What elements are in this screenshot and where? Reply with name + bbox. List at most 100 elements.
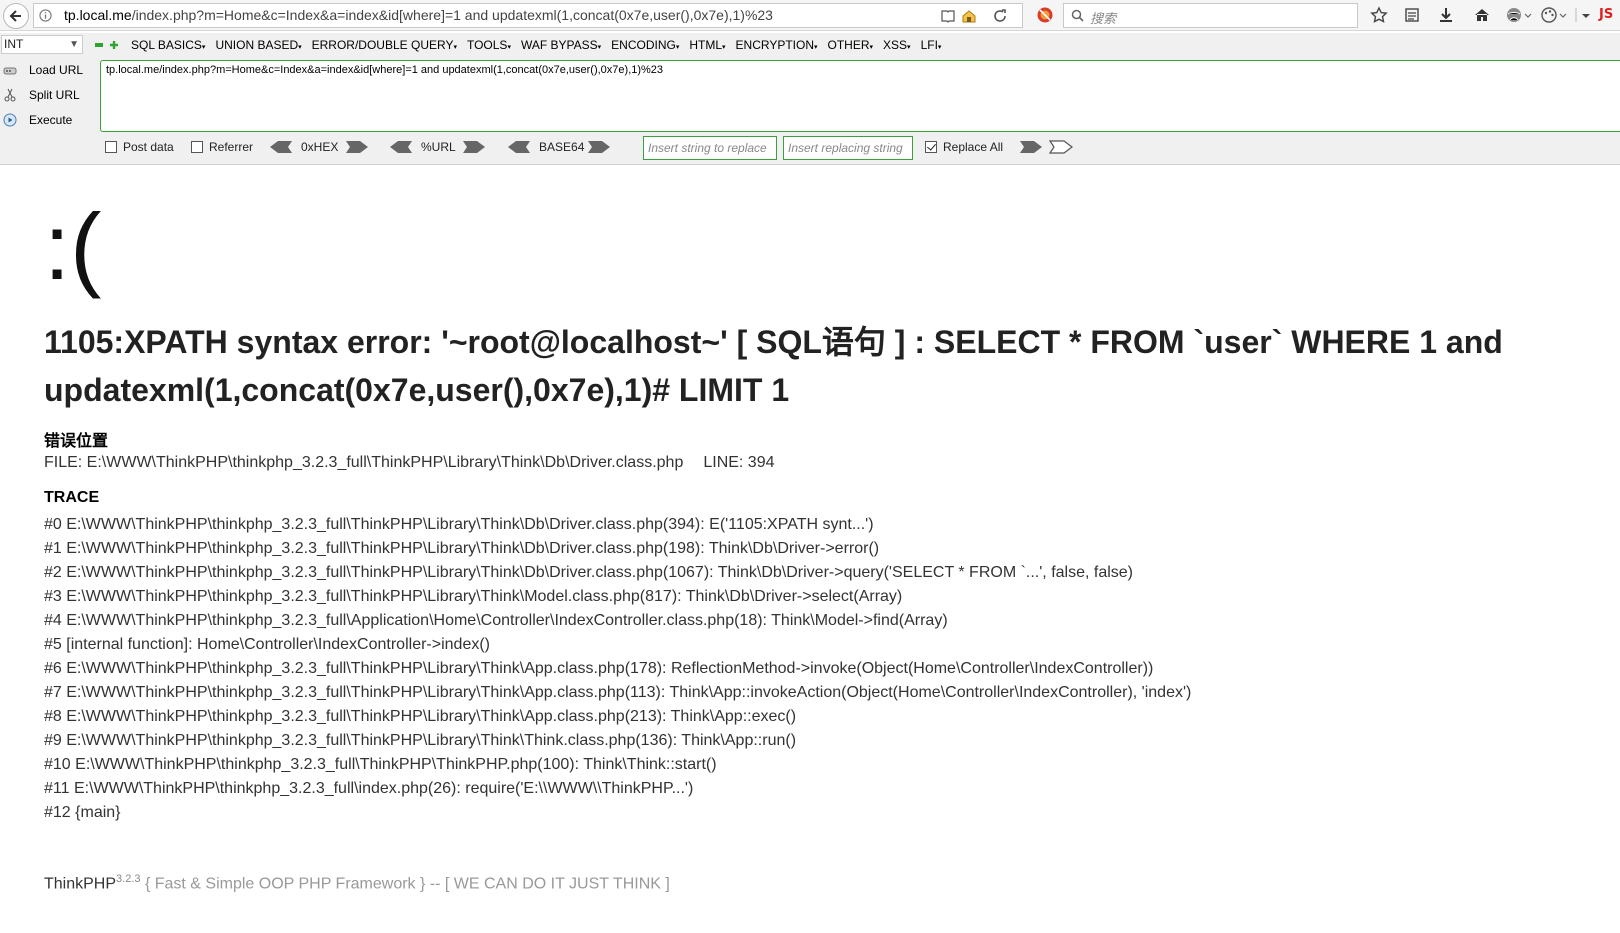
- reload-icon[interactable]: [992, 8, 1008, 24]
- bookmark-star-icon[interactable]: [1370, 6, 1388, 24]
- referrer-checkbox[interactable]: [191, 141, 203, 153]
- url-enc-label: %URL: [421, 140, 456, 154]
- hex-label: 0xHEX: [301, 140, 339, 154]
- load-url-label: Load URL: [29, 63, 84, 77]
- url-textarea[interactable]: tp.local.me/index.php?m=Home&c=Index&a=i…: [100, 60, 1620, 132]
- reader-view-icon[interactable]: [940, 8, 956, 24]
- trace-line: #5 [internal function]: Home\Controller\…: [44, 636, 490, 653]
- palette-icon[interactable]: [1540, 6, 1558, 24]
- hex-decode-arrow-icon[interactable]: [269, 140, 293, 154]
- caret-down-icon: ▾: [453, 44, 457, 51]
- hackbar-menu-items: SQL BASICS▾ UNION BASED▾ ERROR/DOUBLE QUER…: [131, 38, 941, 52]
- adblock-icon[interactable]: [1036, 6, 1054, 24]
- search-placeholder: 搜索: [1090, 12, 1117, 27]
- replace-back-arrow-icon[interactable]: [1049, 140, 1073, 154]
- caret-down-icon: ▾: [675, 44, 680, 51]
- info-icon[interactable]: [39, 9, 52, 22]
- load-url-icon: [3, 67, 17, 75]
- chevron-down-icon: ▼: [69, 39, 79, 50]
- footer-brand: ThinkPHP: [44, 875, 117, 893]
- sad-face: :(: [44, 194, 102, 299]
- caret-down-icon: ▾: [201, 44, 206, 51]
- framework-footer: ThinkPHP3.2.3 { Fast & Simple OOP PHP Fr…: [44, 873, 670, 893]
- separator-icon: [1575, 8, 1577, 22]
- chevron-down-icon[interactable]: [1559, 6, 1567, 24]
- footer-version: 3.2.3: [116, 873, 141, 885]
- hex-encode-arrow-icon[interactable]: [345, 140, 369, 154]
- caret-down-icon: ▾: [722, 44, 726, 51]
- home-icon[interactable]: [1473, 6, 1491, 24]
- menu-item[interactable]: WAF BYPASS▾: [521, 38, 601, 52]
- search-icon: [1071, 9, 1084, 22]
- base64-decode-arrow-icon[interactable]: [507, 140, 531, 154]
- error-message: 1105:XPATH syntax error: '~root@localhos…: [44, 324, 1503, 408]
- menu-item[interactable]: UNION BASED▾: [215, 38, 301, 52]
- menu-item[interactable]: ENCODING▾: [611, 38, 679, 52]
- menu-item[interactable]: LFI▾: [921, 38, 942, 52]
- increase-icon[interactable]: [109, 40, 119, 50]
- type-select[interactable]: INT ▼: [1, 35, 83, 54]
- trace-line: #9 E:\WWW\ThinkPHP\thinkphp_3.2.3_full\T…: [44, 732, 797, 749]
- caret-down-icon: ▾: [869, 44, 874, 51]
- footer-tagline: { Fast & Simple OOP PHP Framework } -- […: [144, 875, 670, 893]
- trace-line: #0 E:\WWW\ThinkPHP\thinkphp_3.2.3_full\T…: [44, 516, 874, 533]
- download-icon[interactable]: [1437, 6, 1455, 24]
- decrease-icon[interactable]: [94, 40, 104, 50]
- caret-down-icon: ▾: [597, 44, 602, 51]
- menu-item[interactable]: ERROR/DOUBLE QUERY▾: [312, 38, 457, 52]
- split-url-label: Split URL: [29, 88, 80, 102]
- replace-from-input[interactable]: Insert string to replace: [643, 136, 777, 160]
- caret-down-icon: ▾: [907, 44, 911, 51]
- browser-toolbar: tp.local.me/index.php?m=Home&c=Index&a=i…: [0, 0, 1620, 31]
- url-encode-arrow-icon[interactable]: [462, 140, 486, 154]
- trace-line: #4 E:\WWW\ThinkPHP\thinkphp_3.2.3_full\A…: [44, 612, 948, 629]
- address-text[interactable]: tp.local.me/index.php?m=Home&c=Index&a=i…: [64, 7, 773, 23]
- split-url-button[interactable]: Split URL: [0, 84, 95, 106]
- post-data-label: Post data: [123, 140, 174, 154]
- trace-line: #6 E:\WWW\ThinkPHP\thinkphp_3.2.3_full\T…: [44, 660, 1154, 677]
- base64-label: BASE64: [539, 140, 585, 154]
- home-lock-icon[interactable]: [961, 8, 977, 24]
- library-icon[interactable]: [1403, 6, 1421, 24]
- trace-line: #11 E:\WWW\ThinkPHP\thinkphp_3.2.3_full\…: [44, 780, 694, 797]
- back-arrow-icon: [9, 10, 21, 22]
- menu-item[interactable]: SQL BASICS▾: [131, 38, 205, 52]
- execute-button[interactable]: Execute: [0, 109, 95, 131]
- replace-to-input[interactable]: Insert replacing string: [783, 136, 913, 160]
- trace-line: #2 E:\WWW\ThinkPHP\thinkphp_3.2.3_full\T…: [44, 564, 1134, 581]
- menu-item[interactable]: XSS▾: [883, 38, 911, 52]
- base64-encode-arrow-icon[interactable]: [587, 140, 611, 154]
- post-data-checkbox[interactable]: [105, 141, 117, 153]
- error-line-number: LINE: 394: [703, 454, 775, 471]
- trace-line: #10 E:\WWW\ThinkPHP\thinkphp_3.2.3_full\…: [44, 756, 717, 773]
- trace-line: #3 E:\WWW\ThinkPHP\thinkphp_3.2.3_full\T…: [44, 588, 903, 605]
- js-toggle-icon[interactable]: JS: [1599, 7, 1613, 22]
- menu-item[interactable]: ENCRYPTION▾: [736, 38, 818, 52]
- chevron-down-icon[interactable]: [1524, 6, 1532, 24]
- search-bar[interactable]: 搜索: [1063, 3, 1358, 28]
- replace-arrow-icon[interactable]: [1019, 140, 1043, 154]
- trace-list: #0 E:\WWW\ThinkPHP\thinkphp_3.2.3_full\T…: [44, 513, 1191, 825]
- caret-down-icon: ▾: [298, 44, 302, 51]
- menu-item[interactable]: TOOLS▾: [467, 38, 511, 52]
- execute-label: Execute: [29, 113, 73, 127]
- caret-down-icon: ▾: [507, 44, 511, 51]
- trace-line: #1 E:\WWW\ThinkPHP\thinkphp_3.2.3_full\T…: [44, 540, 880, 557]
- url-decode-arrow-icon[interactable]: [389, 140, 413, 154]
- error-location-heading: 错误位置: [44, 433, 109, 450]
- menu-chevron-icon[interactable]: [1582, 6, 1590, 24]
- globe-icon[interactable]: [1505, 6, 1523, 24]
- load-url-button[interactable]: Load URL: [0, 59, 95, 81]
- menu-item[interactable]: HTML▾: [689, 38, 725, 52]
- trace-line: #12 {main}: [44, 804, 121, 821]
- address-bar[interactable]: tp.local.me/index.php?m=Home&c=Index&a=i…: [33, 3, 1023, 28]
- replace-all-checkbox[interactable]: [925, 141, 937, 153]
- back-button[interactable]: [3, 3, 29, 29]
- type-select-value: INT: [4, 37, 24, 51]
- trace-line: #8 E:\WWW\ThinkPHP\thinkphp_3.2.3_full\T…: [44, 708, 797, 725]
- referrer-label: Referrer: [209, 140, 254, 154]
- error-file-path: FILE: E:\WWW\ThinkPHP\thinkphp_3.2.3_ful…: [44, 454, 684, 471]
- error-file-line: FILE: E:\WWW\ThinkPHP\thinkphp_3.2.3_ful…: [44, 454, 775, 472]
- trace-heading: TRACE: [44, 489, 100, 506]
- menu-item[interactable]: OTHER▾: [828, 38, 874, 52]
